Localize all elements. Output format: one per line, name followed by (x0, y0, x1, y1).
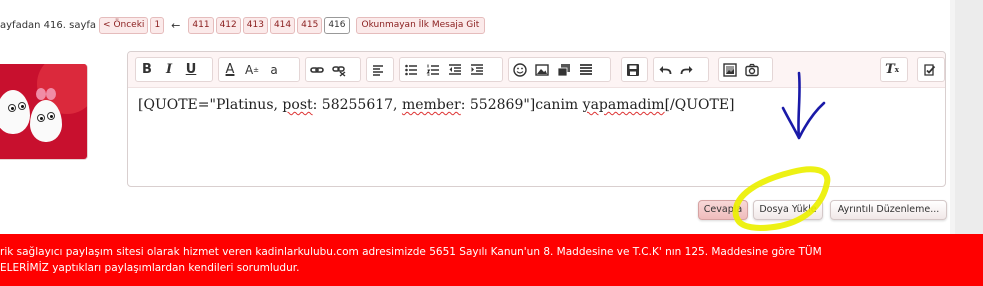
outdent-icon[interactable] (444, 59, 466, 81)
image-icon[interactable] (531, 59, 553, 81)
underline-icon[interactable]: U (180, 59, 202, 81)
user-avatar[interactable] (0, 64, 88, 160)
remove-format-letter: T (885, 62, 895, 77)
font-size-sup: ± (253, 65, 260, 74)
indent-icon[interactable] (466, 59, 488, 81)
page-413-link[interactable]: 413 (242, 16, 268, 34)
page-411-link[interactable]: 411 (188, 16, 214, 34)
quote-text-member: member (401, 97, 461, 113)
avatar-egg-left (0, 90, 30, 134)
link-icon[interactable] (306, 59, 328, 81)
redo-icon[interactable] (676, 59, 698, 81)
toolbar-group-text-style: B I U (135, 57, 213, 82)
text-color-icon[interactable]: A (219, 59, 241, 81)
font-size-icon[interactable]: A ± (241, 59, 263, 81)
legal-notice-text: rik sağlayıcı paylaşım sitesi olarak hiz… (0, 246, 822, 274)
bold-icon[interactable]: B (136, 59, 158, 81)
bow-icon (36, 88, 56, 100)
quote-text-prefix: [QUOTE="Platinus, (138, 97, 283, 113)
toolbar-group-lists (399, 57, 503, 82)
bullet-list-icon[interactable] (400, 59, 422, 81)
toolbar-group-photos (718, 57, 773, 82)
quote-text-word: yapamadim (582, 97, 665, 113)
eye-icon (18, 102, 26, 110)
quote-text-mid: : 58255617, (312, 97, 402, 113)
current-page: 416 (324, 16, 350, 34)
media-icon[interactable] (553, 59, 575, 81)
toolbar-group-save (621, 57, 648, 82)
quote-text-mid2: : 552869"]canim (460, 97, 583, 113)
reply-editor[interactable]: B I U A A ± a T x [QUOTE="Platinus, post… (127, 51, 946, 187)
page-1-link[interactable]: 1 (150, 16, 165, 34)
prev-page-button[interactable]: < Önceki (99, 16, 149, 34)
toolbar-group-font: A A ± a (218, 57, 300, 82)
italic-icon[interactable]: I (158, 59, 180, 81)
editor-toolbar: B I U A A ± a T x (128, 52, 945, 88)
quote-icon[interactable] (575, 59, 597, 81)
pagination: ayfadan 416. sayfa < Önceki 1 ← 411 412 … (0, 16, 487, 34)
save-icon[interactable] (622, 59, 644, 81)
toolbar-group-history (653, 57, 709, 82)
eye-icon (37, 114, 45, 122)
upload-file-button[interactable]: Dosya Yükle (753, 200, 823, 220)
quote-text-post: post (282, 97, 313, 113)
legal-notice-bar: rik sağlayıcı paylaşım sitesi olarak hiz… (0, 234, 983, 286)
toolbar-group-remove-format: Tx (880, 57, 908, 82)
camera-icon[interactable] (741, 59, 763, 81)
toolbar-group-insert (508, 57, 611, 82)
font-size-letter: A (244, 62, 254, 77)
eye-icon (47, 112, 55, 120)
page-414-link[interactable]: 414 (269, 16, 296, 34)
editor-content[interactable]: [QUOTE="Platinus, post: 58255617, member… (138, 97, 735, 113)
align-icon[interactable] (367, 59, 389, 81)
remove-format-icon[interactable]: Tx (881, 59, 903, 81)
toggle-bbcode-icon[interactable] (918, 59, 940, 81)
advanced-edit-button[interactable]: Ayrıntılı Düzenleme... (830, 200, 947, 220)
undo-icon[interactable] (654, 59, 676, 81)
numbered-list-icon[interactable] (422, 59, 444, 81)
reply-button[interactable]: Cevapla (698, 200, 748, 220)
remove-format-x-mark: x (894, 65, 899, 74)
unread-first-button[interactable]: Okunmayan İlk Mesaja Git (355, 16, 486, 34)
eye-icon (8, 104, 16, 112)
font-family-icon[interactable]: a (263, 59, 285, 81)
toolbar-group-align (366, 57, 394, 82)
toolbar-group-links (305, 57, 361, 82)
smilie-icon[interactable] (509, 59, 531, 81)
page-info: ayfadan 416. sayfa (0, 19, 97, 31)
page-412-link[interactable]: 412 (215, 16, 241, 34)
quote-text-suffix: [/QUOTE] (664, 97, 735, 113)
skip-arrow-icon[interactable]: ← (171, 19, 180, 32)
toolbar-group-toggle (917, 57, 945, 82)
photo-icon[interactable] (719, 59, 741, 81)
avatar-egg-right (30, 100, 62, 142)
page-415-link[interactable]: 415 (297, 16, 323, 34)
unlink-icon[interactable] (328, 59, 350, 81)
